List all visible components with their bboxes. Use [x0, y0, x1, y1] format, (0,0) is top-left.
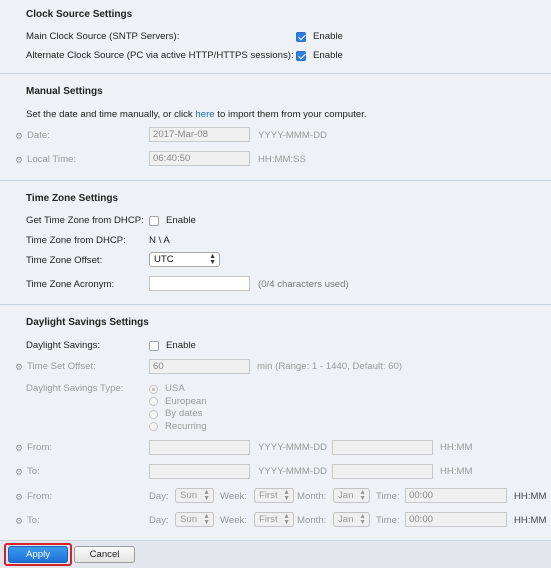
- dst-type-european-label: European: [165, 396, 207, 407]
- dst-from-date-input[interactable]: [149, 440, 250, 455]
- dst-from-label: From:: [27, 442, 53, 453]
- tz-from-dhcp-value: N \ A: [149, 235, 170, 246]
- gear-icon: ⚙: [15, 443, 24, 453]
- select-arrows-icon: ▲ ▼: [359, 489, 366, 502]
- main-clock-source-checkbox[interactable]: [296, 32, 306, 42]
- dst-to-label: To:: [27, 466, 40, 477]
- dst-type-european-radio[interactable]: [149, 397, 158, 406]
- date-format-hint: YYYY-MMM-DD: [258, 130, 327, 141]
- tz-dhcp-label: Get Time Zone from DHCP:: [26, 215, 144, 226]
- main-clock-enable-label: Enable: [313, 31, 343, 42]
- select-arrows-icon: ▲ ▼: [209, 253, 216, 266]
- select-arrows-icon: ▲ ▼: [283, 489, 290, 502]
- dst-rec-from-time-label: Time:: [376, 491, 400, 502]
- clock-source-heading: Clock Source Settings: [26, 9, 133, 20]
- tz-offset-select[interactable]: UTC ▲ ▼: [149, 252, 220, 267]
- dst-from-time-input[interactable]: [332, 440, 433, 455]
- date-label: Date:: [27, 130, 50, 141]
- apply-button[interactable]: Apply: [8, 546, 68, 563]
- dst-type-by-dates-radio[interactable]: [149, 410, 158, 419]
- dst-rec-to-day-select[interactable]: Sun ▲ ▼: [175, 512, 214, 527]
- gear-icon: ⚙: [15, 467, 24, 477]
- main-clock-source-label: Main Clock Source (SNTP Servers):: [26, 31, 180, 42]
- dst-rec-from-week-label: Week:: [220, 491, 248, 502]
- dst-to-time-input[interactable]: [332, 464, 433, 479]
- dst-from-date-hint: YYYY-MMM-DD: [258, 442, 327, 453]
- gear-icon: ⚙: [15, 155, 24, 165]
- dst-type-label: Daylight Savings Type:: [26, 383, 124, 394]
- dst-rec-to-week-label: Week:: [220, 515, 248, 526]
- dst-from-time-hint: HH:MM: [440, 442, 473, 453]
- tz-dhcp-enable-label: Enable: [166, 215, 196, 226]
- tz-acronym-input[interactable]: [149, 276, 250, 291]
- alt-clock-source-label: Alternate Clock Source (PC via active HT…: [26, 50, 294, 61]
- dst-rec-to-month-label: Month:: [297, 515, 327, 526]
- dst-rec-to-time-input[interactable]: 00:00: [405, 512, 507, 527]
- tz-dhcp-checkbox[interactable]: [149, 216, 159, 226]
- dst-rec-to-week-select[interactable]: First ▲ ▼: [254, 512, 294, 527]
- select-arrows-icon: ▲ ▼: [283, 513, 290, 526]
- time-zone-heading: Time Zone Settings: [26, 193, 119, 204]
- dst-rec-from-time-input[interactable]: 00:00: [405, 488, 507, 503]
- local-time-input[interactable]: 06:40:50: [149, 151, 250, 166]
- tz-acronym-hint: (0/4 characters used): [258, 279, 349, 290]
- dst-to-date-hint: YYYY-MMM-DD: [258, 466, 327, 477]
- manual-description: Set the date and time manually, or click…: [26, 109, 367, 120]
- divider: [0, 180, 551, 181]
- dst-rec-to-time-hint: HH:MM: [514, 515, 547, 526]
- dst-rec-to-label: To:: [27, 515, 40, 526]
- dst-rec-to-day-label: Day:: [149, 515, 169, 526]
- divider: [0, 73, 551, 74]
- gear-icon: ⚙: [15, 362, 24, 372]
- dst-rec-from-day-select[interactable]: Sun ▲ ▼: [175, 488, 214, 503]
- gear-icon: ⚙: [15, 516, 24, 526]
- dst-to-time-hint: HH:MM: [440, 466, 473, 477]
- dst-offset-input[interactable]: 60: [149, 359, 250, 374]
- cancel-button[interactable]: Cancel: [74, 546, 135, 563]
- gear-icon: ⚙: [15, 492, 24, 502]
- select-arrows-icon: ▲ ▼: [203, 513, 210, 526]
- dst-type-recurring-label: Recurring: [165, 421, 207, 432]
- local-time-label: Local Time:: [27, 154, 77, 165]
- dst-offset-label: Time Set Offset:: [27, 361, 96, 372]
- dst-type-by-dates-label: By dates: [165, 408, 203, 419]
- dst-enable-label: Daylight Savings:: [26, 340, 101, 351]
- import-here-link[interactable]: here: [195, 109, 214, 120]
- dst-rec-from-month-select[interactable]: Jan ▲ ▼: [333, 488, 370, 503]
- divider: [0, 304, 551, 305]
- dst-rec-from-time-hint: HH:MM: [514, 491, 547, 502]
- gear-icon: ⚙: [15, 131, 24, 141]
- tz-acronym-label: Time Zone Acronym:: [26, 279, 115, 290]
- dst-enable-checkbox[interactable]: [149, 341, 159, 351]
- dst-type-usa-label: USA: [165, 383, 185, 394]
- manual-settings-heading: Manual Settings: [26, 86, 103, 97]
- dst-rec-from-week-select[interactable]: First ▲ ▼: [254, 488, 294, 503]
- select-arrows-icon: ▲ ▼: [359, 513, 366, 526]
- dst-enable-text: Enable: [166, 340, 196, 351]
- date-input[interactable]: 2017-Mar-08: [149, 127, 250, 142]
- dst-type-usa-radio[interactable]: [149, 385, 158, 394]
- time-format-hint: HH:MM:SS: [258, 154, 306, 165]
- dst-rec-to-month-select[interactable]: Jan ▲ ▼: [333, 512, 370, 527]
- tz-offset-label: Time Zone Offset:: [26, 255, 103, 266]
- dst-rec-from-label: From:: [27, 491, 53, 502]
- dst-rec-from-day-label: Day:: [149, 491, 169, 502]
- dst-offset-hint: min (Range: 1 - 1440, Default: 60): [257, 361, 403, 372]
- dst-heading: Daylight Savings Settings: [26, 317, 149, 328]
- dst-rec-from-month-label: Month:: [297, 491, 327, 502]
- dst-to-date-input[interactable]: [149, 464, 250, 479]
- alt-clock-enable-label: Enable: [313, 50, 343, 61]
- tz-from-dhcp-label: Time Zone from DHCP:: [26, 235, 126, 246]
- dst-type-recurring-radio[interactable]: [149, 422, 158, 431]
- dst-rec-to-time-label: Time:: [376, 515, 400, 526]
- alt-clock-source-checkbox[interactable]: [296, 51, 306, 61]
- select-arrows-icon: ▲ ▼: [203, 489, 210, 502]
